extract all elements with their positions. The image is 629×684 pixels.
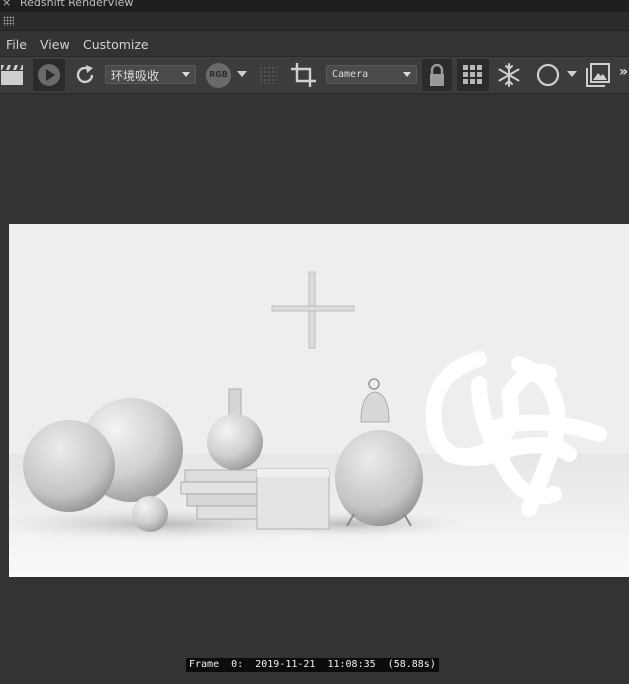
lock-icon: [430, 63, 444, 86]
menu-view[interactable]: View: [40, 37, 70, 52]
chevron-down-icon: [403, 72, 411, 77]
crop-icon[interactable]: [290, 62, 318, 88]
rgb-channel-button[interactable]: RGB: [206, 63, 231, 88]
snowflake-icon[interactable]: [496, 62, 522, 88]
frame-info-label: Frame 0: 2019-11-21 11:08:35 (58.88s): [186, 658, 439, 672]
clapper-icon[interactable]: [0, 63, 26, 87]
menu-customize[interactable]: Customize: [83, 37, 149, 52]
grid-button[interactable]: [457, 59, 489, 91]
render-toolbar: 环境吸收 RGB Camera »: [0, 56, 629, 94]
circle-icon[interactable]: [534, 62, 562, 88]
camera-select[interactable]: Camera: [326, 65, 417, 84]
grid-icon: [463, 65, 482, 84]
rgb-icon: RGB: [209, 70, 228, 79]
render-image: [9, 224, 629, 577]
menu-file[interactable]: File: [6, 37, 27, 52]
window-title: Redshift RenderView: [20, 0, 134, 9]
menu-bar: File View Customize: [0, 33, 629, 55]
aov-select[interactable]: 环境吸收: [105, 65, 196, 84]
overflow-icon[interactable]: »: [619, 64, 628, 80]
rgb-dropdown-icon[interactable]: [237, 71, 247, 79]
lock-button[interactable]: [422, 59, 452, 91]
panel-grip-bar: [0, 12, 629, 31]
close-icon[interactable]: ×: [2, 0, 11, 9]
refresh-icon[interactable]: [73, 63, 97, 87]
grip-handle-icon[interactable]: [3, 16, 14, 26]
render-viewport[interactable]: [9, 224, 629, 577]
image-icon[interactable]: [585, 62, 611, 88]
render-button[interactable]: [33, 59, 65, 91]
play-icon: [38, 64, 60, 86]
title-bar: × Redshift RenderView: [0, 0, 629, 12]
chevron-down-icon: [182, 72, 190, 77]
circle-dropdown-icon[interactable]: [567, 71, 577, 79]
dot-grid-icon[interactable]: [259, 66, 277, 84]
